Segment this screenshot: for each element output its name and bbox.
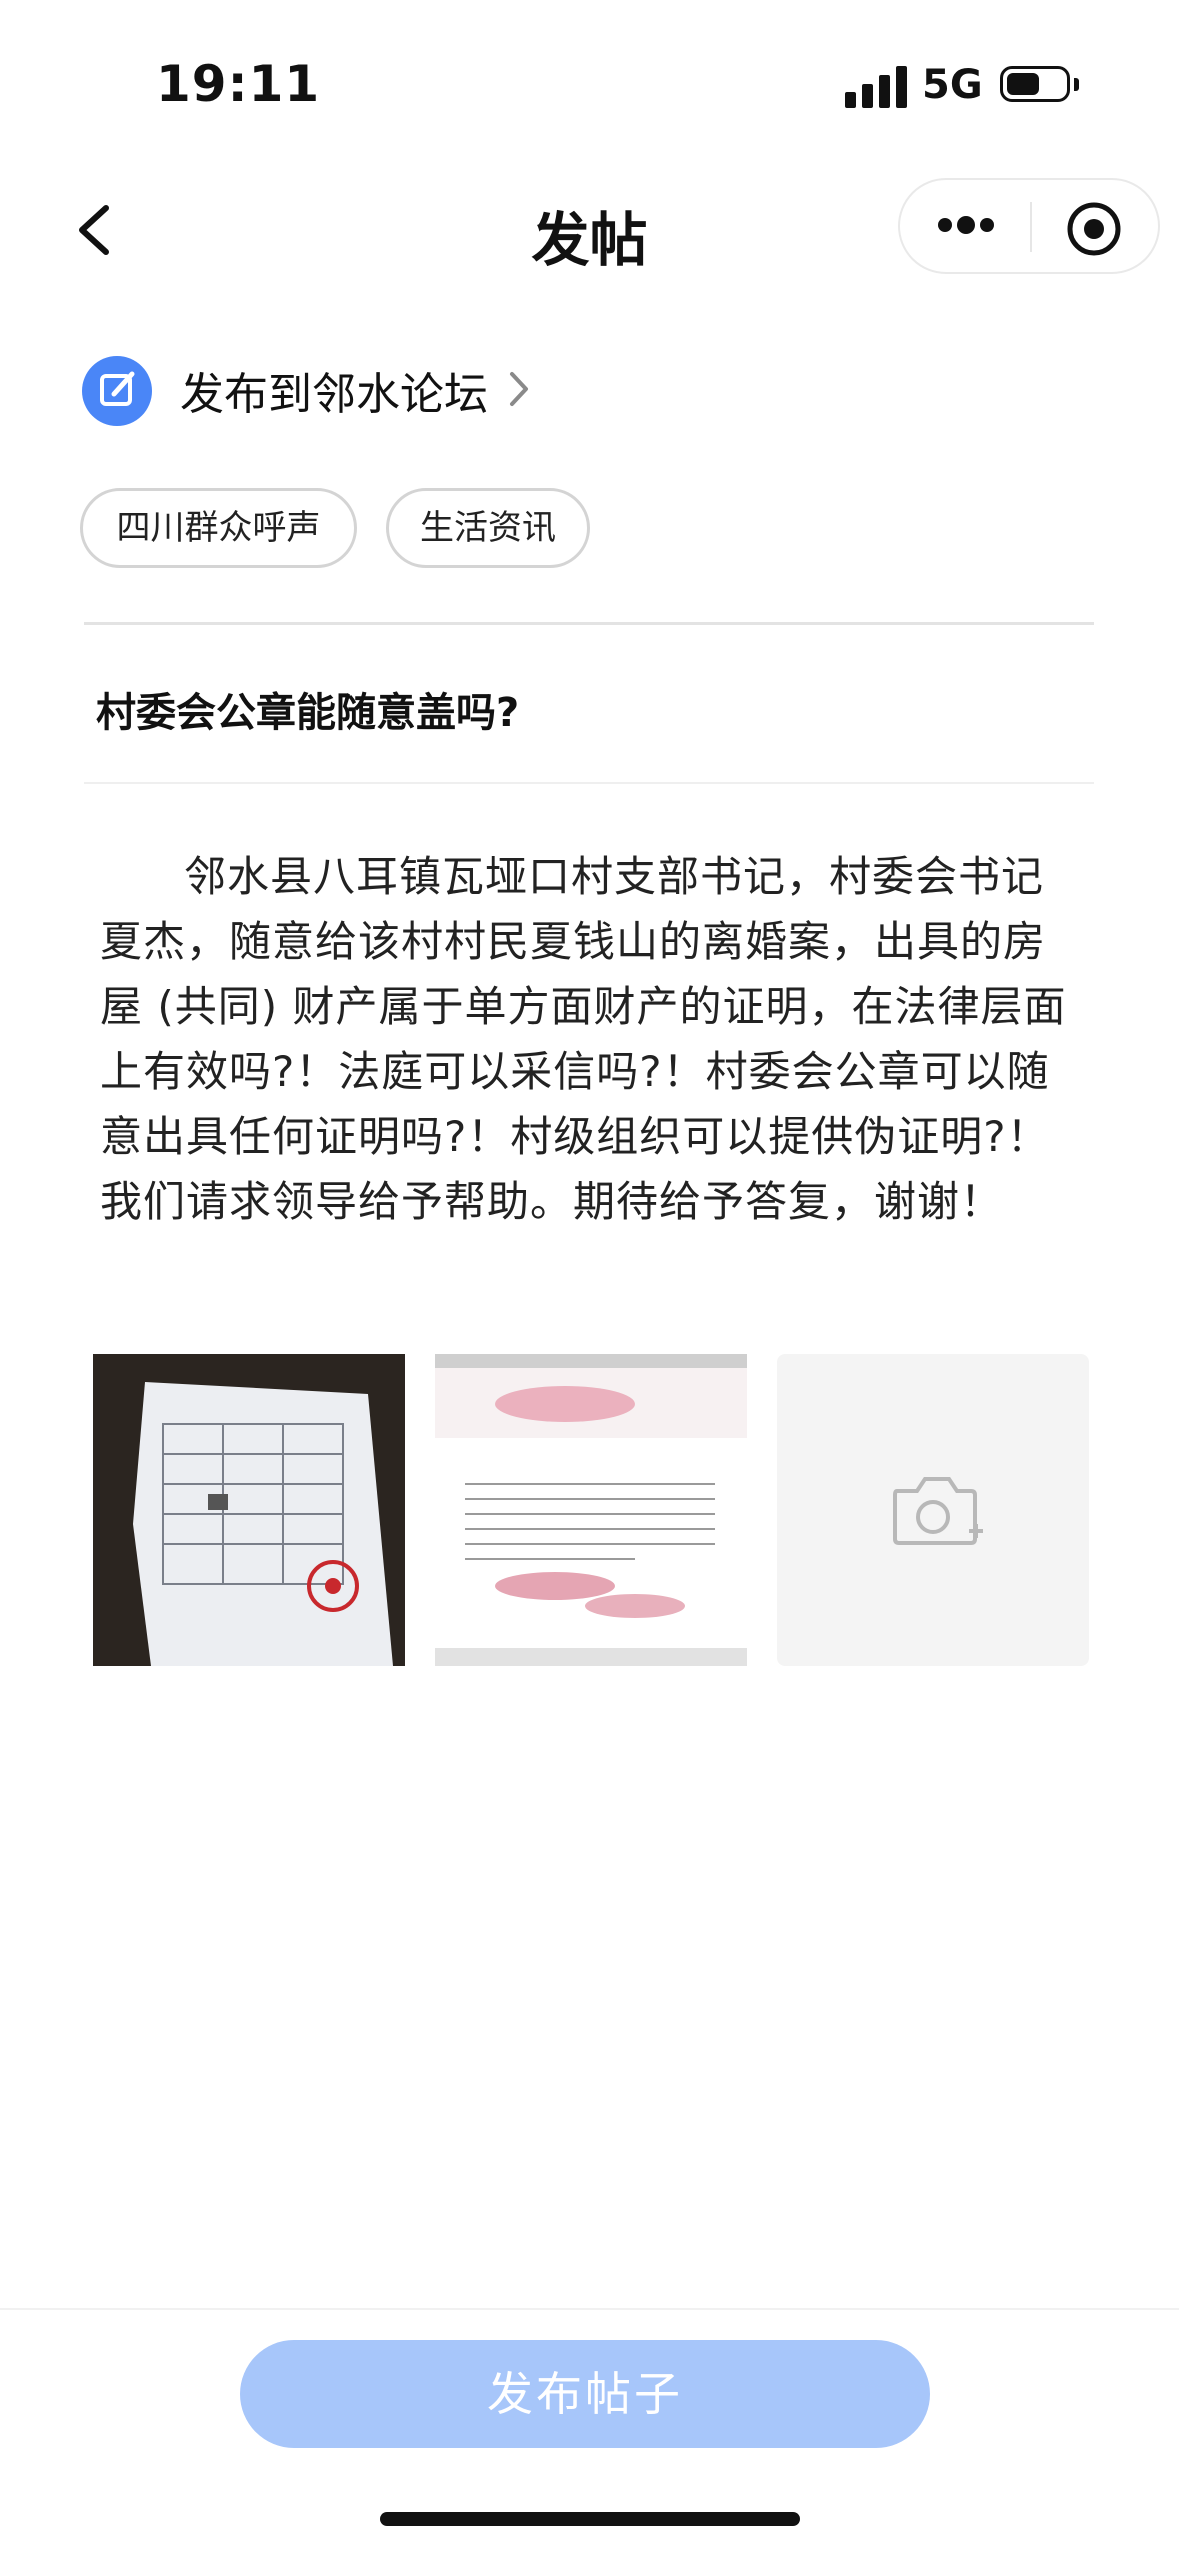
close-miniapp-icon[interactable]: [1065, 200, 1123, 258]
attached-image-thumbnail[interactable]: [93, 1354, 405, 1666]
battery-cap: [1074, 78, 1079, 91]
home-indicator: [380, 2512, 800, 2526]
camera-plus-icon[interactable]: [885, 1465, 985, 1555]
divider: [0, 2308, 1179, 2310]
status-time: 19:11: [156, 55, 321, 113]
tag-chip[interactable]: 四川群众呼声: [80, 488, 357, 568]
divider: [84, 622, 1094, 625]
forum-selector-label[interactable]: 发布到邻水论坛: [180, 358, 488, 422]
tag-chip[interactable]: 生活资讯: [386, 488, 590, 568]
edit-icon[interactable]: [82, 356, 152, 426]
attached-image-thumbnail[interactable]: [435, 1354, 747, 1666]
publish-button[interactable]: 发布帖子: [240, 2340, 930, 2448]
divider: [84, 782, 1094, 784]
network-type: 5G: [922, 62, 983, 108]
more-icon[interactable]: [936, 210, 996, 240]
chevron-right-icon[interactable]: [504, 366, 534, 412]
battery-icon: [1000, 66, 1070, 102]
post-body-textarea[interactable]: 邻水县八耳镇瓦垭口村支部书记，村委会书记夏杰，随意给该村村民夏钱山的离婚案，出具…: [100, 844, 1080, 1276]
signal-icon: [845, 66, 907, 108]
post-title-input[interactable]: 村委会公章能随意盖吗?: [96, 680, 519, 738]
